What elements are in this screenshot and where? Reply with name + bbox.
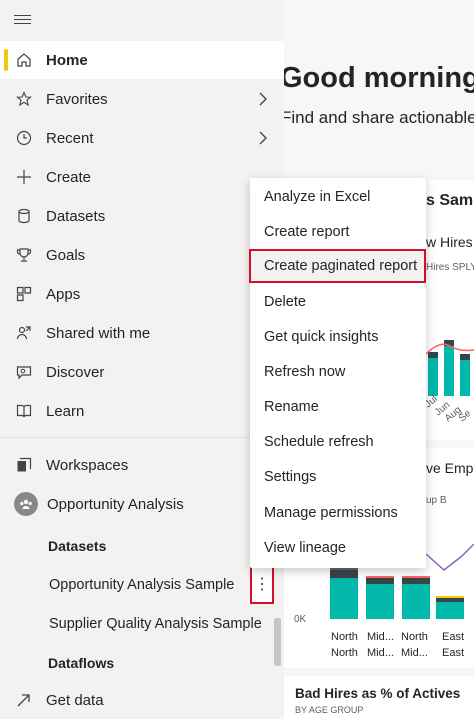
x-label: North [401, 631, 428, 643]
trophy-icon [15, 246, 33, 264]
bar [428, 358, 438, 396]
nav-item-get-data[interactable]: Get data [0, 681, 284, 719]
star-icon [15, 90, 33, 108]
menu-item-create-paginated-report[interactable]: Create paginated report [249, 249, 426, 283]
bar-cap [436, 596, 464, 598]
chevron-right-icon[interactable] [258, 91, 268, 107]
card-subtitle: BY AGE GROUP [295, 705, 364, 715]
x-label: Mid... [367, 647, 394, 659]
x-label: North [331, 631, 358, 643]
nav-item-label: Workspaces [46, 456, 129, 474]
menu-item-analyze-in-excel[interactable]: Analyze in Excel [250, 180, 426, 214]
bar-cap [402, 576, 430, 578]
navigation-pane: Home Favorites Recent Create Datasets Go… [0, 0, 284, 719]
workspaces-icon [15, 456, 33, 474]
nav-item-label: Favorites [46, 90, 108, 108]
bar [460, 360, 470, 396]
nav-item-label: Recent [46, 129, 94, 147]
nav-item-home[interactable]: Home [0, 41, 284, 79]
menu-item-settings[interactable]: Settings [250, 460, 426, 494]
chevron-right-icon[interactable] [258, 130, 268, 146]
nav-item-create[interactable]: Create [0, 158, 284, 196]
nav-item-label: Shared with me [46, 324, 151, 342]
menu-item-delete[interactable]: Delete [250, 285, 426, 319]
nav-item-label: Apps [46, 285, 81, 303]
home-icon [15, 51, 33, 69]
menu-item-view-lineage[interactable]: View lineage [250, 531, 426, 565]
x-label: Mid... [401, 647, 428, 659]
nav-item-label: Discover [46, 363, 105, 381]
dataflows-heading: Dataflows [48, 655, 115, 671]
chart-title: w Hires S [426, 234, 474, 250]
nav-divider [0, 437, 284, 438]
menu-item-manage-permissions[interactable]: Manage permissions [250, 496, 426, 530]
shared-icon [15, 324, 33, 342]
bar-top [436, 598, 464, 602]
datasets-heading: Datasets [48, 538, 107, 554]
bar [366, 584, 394, 619]
report-card[interactable]: Bad Hires as % of Actives BY AGE GROUP [284, 676, 474, 719]
discover-icon [15, 363, 33, 381]
arrow-up-right-icon [15, 691, 33, 709]
card-title: s Samp [426, 192, 474, 209]
bar-top [330, 570, 358, 578]
bar [436, 602, 464, 619]
workspace-name: Opportunity Analysis [47, 495, 184, 513]
bar [402, 584, 430, 619]
bar-top [460, 354, 470, 360]
nav-item-label: Get data [46, 691, 104, 709]
clock-icon [15, 129, 33, 147]
context-menu: Analyze in Excel Create report Create pa… [249, 178, 426, 568]
dataset-item[interactable]: Opportunity Analysis Sample [49, 577, 234, 593]
menu-item-refresh-now[interactable]: Refresh now [250, 355, 426, 389]
nav-item-workspaces[interactable]: Workspaces [0, 446, 284, 484]
nav-item-recent[interactable]: Recent [0, 119, 284, 157]
menu-item-get-quick-insights[interactable]: Get quick insights [250, 320, 426, 354]
bar-line-chart: Jul Jun Aug Se [426, 340, 474, 424]
bar [444, 346, 454, 396]
plus-icon [15, 168, 33, 186]
nav-item-label: Datasets [46, 207, 106, 225]
nav-item-favorites[interactable]: Favorites [0, 80, 284, 118]
nav-item-goals[interactable]: Goals [0, 236, 284, 274]
greeting-subtitle: Find and share actionable [284, 108, 474, 127]
nav-item-label: Home [46, 51, 88, 69]
greeting-heading: Good morning, [284, 62, 474, 94]
nav-item-datasets[interactable]: Datasets [0, 197, 284, 235]
apps-icon [15, 285, 33, 303]
dataset-item[interactable]: Supplier Quality Analysis Sample [49, 616, 262, 632]
sidebar-scrollbar[interactable] [274, 618, 281, 666]
nav-item-apps[interactable]: Apps [0, 275, 284, 313]
bar [330, 578, 358, 619]
bar-top [366, 578, 394, 584]
x-label: East [442, 631, 465, 643]
nav-item-learn[interactable]: Learn [0, 392, 284, 430]
menu-item-create-report[interactable]: Create report [250, 215, 426, 249]
x-label: East [442, 647, 465, 659]
hamburger-icon[interactable] [14, 12, 34, 28]
chart-legend: up B [426, 495, 447, 506]
menu-item-schedule-refresh[interactable]: Schedule refresh [250, 425, 426, 459]
bar-top [428, 352, 438, 358]
database-icon [15, 207, 33, 225]
nav-item-shared-with-me[interactable]: Shared with me [0, 314, 284, 352]
nav-item-discover[interactable]: Discover [0, 353, 284, 391]
more-options-button[interactable]: ⋮ [250, 566, 274, 604]
menu-item-rename[interactable]: Rename [250, 390, 426, 424]
chart-legend: Hires SPLY [426, 262, 474, 273]
trend-line [425, 543, 474, 571]
bar-cap [366, 576, 394, 578]
nav-item-label: Goals [46, 246, 86, 264]
x-label: North [331, 647, 358, 659]
nav-item-label: Learn [46, 402, 85, 420]
workspace-opportunity-analysis[interactable]: Opportunity Analysis [0, 485, 284, 523]
nav-item-label: Create [46, 168, 92, 186]
x-label: Mid... [367, 631, 394, 643]
chart-title: ve Empl [426, 460, 474, 476]
book-icon [15, 402, 33, 420]
card-title: Bad Hires as % of Actives [295, 686, 461, 701]
bar-top [402, 578, 430, 584]
